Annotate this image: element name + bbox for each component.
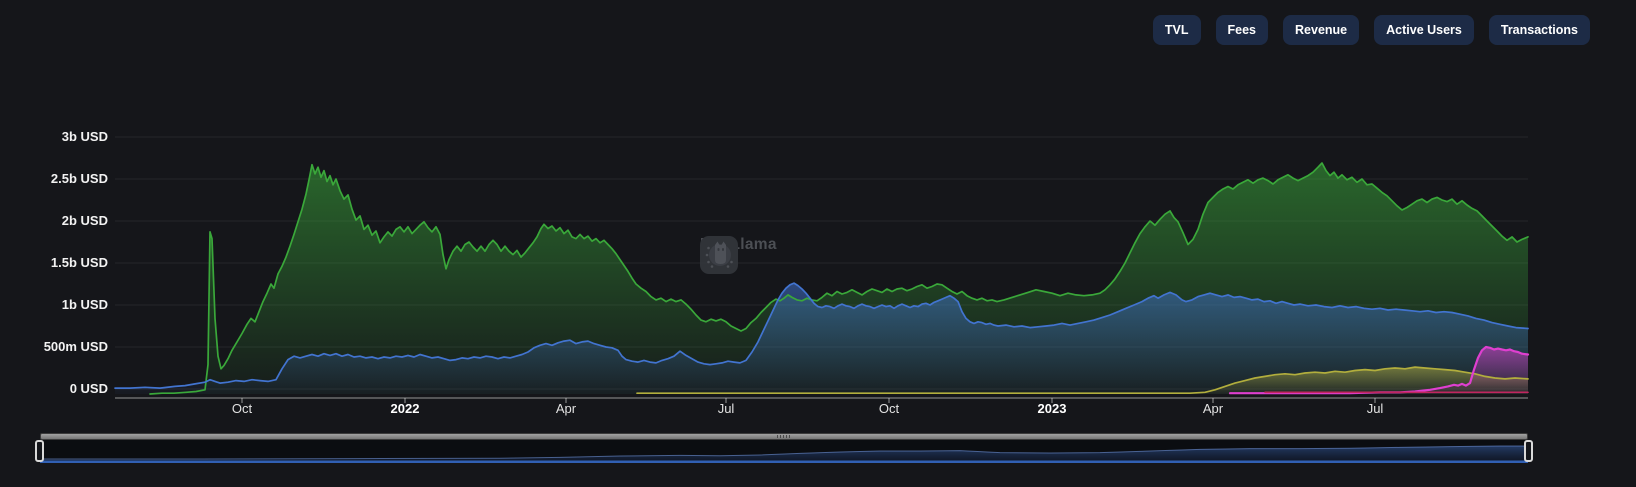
scrollbar-grip-icon[interactable] xyxy=(777,435,791,438)
y-axis-label: 1b USD xyxy=(61,297,108,312)
x-axis-label: Oct xyxy=(878,401,900,416)
brush-handle-right[interactable] xyxy=(1524,440,1533,462)
brush-scrollbar[interactable] xyxy=(40,433,1528,440)
y-axis-label: 1.5b USD xyxy=(50,255,108,270)
x-axis-label: 2023 xyxy=(1037,401,1067,416)
y-axis-label: 0 USD xyxy=(69,381,108,396)
y-axis-label: 2b USD xyxy=(61,213,108,228)
x-axis-label: Apr xyxy=(1202,401,1224,416)
x-axis-label: 2022 xyxy=(390,401,420,416)
brush-handle-left[interactable] xyxy=(35,440,44,462)
y-axis-label: 2.5b USD xyxy=(50,171,108,186)
x-axis-label: Jul xyxy=(1366,401,1384,416)
y-axis-label: 500m USD xyxy=(43,339,108,354)
x-axis-label: Apr xyxy=(555,401,577,416)
defillama-chart-page: { "tabs": [ {"label": "TVL"}, {"label": … xyxy=(0,0,1636,487)
y-axis-label: 3b USD xyxy=(61,129,108,144)
x-axis-label: Jul xyxy=(717,401,735,416)
x-axis-label: Oct xyxy=(231,401,253,416)
